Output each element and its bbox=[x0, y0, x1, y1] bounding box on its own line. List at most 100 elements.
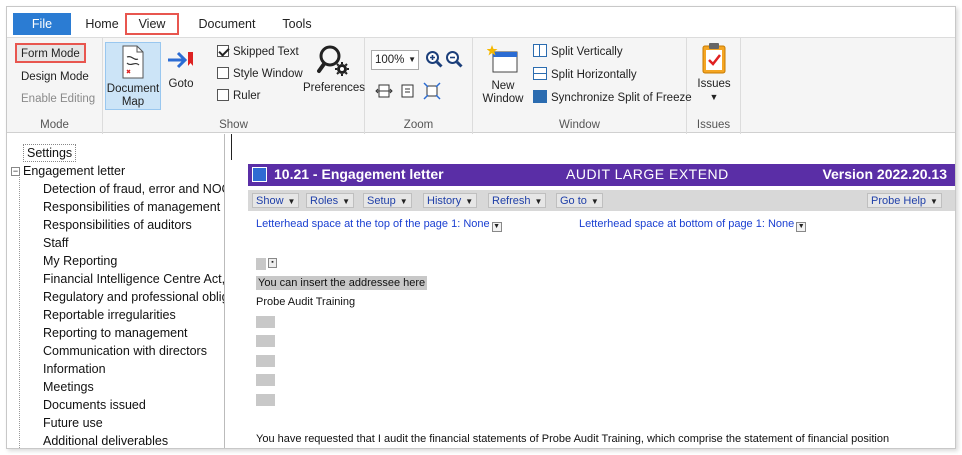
client-name: Probe Audit Training bbox=[256, 296, 356, 308]
tab-file[interactable]: File bbox=[13, 13, 71, 35]
field-placeholder[interactable] bbox=[256, 258, 266, 270]
chevron-down-icon: ▼ bbox=[796, 222, 807, 232]
tree-item[interactable]: Additional deliverables bbox=[43, 432, 168, 448]
chevron-down-icon: ▼ bbox=[399, 197, 408, 206]
letterhead-top-select[interactable]: Letterhead space at the top of the page … bbox=[256, 218, 502, 232]
version-label: Version 2022.20.13 bbox=[822, 166, 947, 182]
whole-page-icon[interactable] bbox=[399, 82, 417, 100]
tree-item[interactable]: Future use bbox=[43, 414, 103, 432]
chevron-down-icon: ▼ bbox=[342, 197, 351, 206]
tree-item[interactable]: My Reporting bbox=[43, 252, 117, 270]
split-horizontally-label: Split Horizontally bbox=[551, 69, 637, 81]
tree-item[interactable]: Regulatory and professional oblig bbox=[43, 288, 224, 306]
tab-tools[interactable]: Tools bbox=[269, 13, 325, 35]
refresh-menu-label: Refresh bbox=[492, 195, 531, 207]
address-line-field[interactable] bbox=[256, 316, 275, 328]
issues-group-label: Issues bbox=[696, 119, 731, 131]
goto-menu-label: Go to bbox=[560, 195, 587, 207]
tree-guide-line bbox=[19, 174, 20, 448]
address-line-field[interactable] bbox=[256, 374, 275, 386]
setup-menu-button[interactable]: Setup ▼ bbox=[363, 193, 412, 208]
synchronize-split-label: Synchronize Split of Freeze bbox=[551, 92, 692, 104]
history-menu-label: History bbox=[427, 195, 462, 207]
goto-button[interactable]: Goto bbox=[165, 48, 197, 91]
new-window-label-1: New bbox=[491, 80, 515, 92]
tab-document[interactable]: Document bbox=[187, 13, 267, 35]
show-group: Document Map Goto Skipped Text Style Win… bbox=[103, 38, 365, 134]
tree-item[interactable]: Information bbox=[43, 360, 106, 378]
page-width-icon[interactable] bbox=[375, 82, 393, 100]
issues-label: Issues bbox=[697, 78, 731, 90]
letterhead-bottom-select[interactable]: Letterhead space at bottom of page 1: No… bbox=[579, 218, 807, 232]
zoom-value: 100% bbox=[375, 54, 405, 66]
skipped-text-checkbox[interactable]: Skipped Text bbox=[217, 44, 299, 62]
form-mode-button[interactable]: Form Mode bbox=[15, 43, 86, 63]
tree-item[interactable]: Reporting to management bbox=[43, 324, 188, 342]
addressee-field[interactable]: You can insert the addressee here bbox=[256, 276, 428, 290]
split-vertical-icon bbox=[533, 44, 547, 57]
address-line-field[interactable] bbox=[256, 394, 275, 406]
tree-item[interactable]: Detection of fraud, error and NOC bbox=[43, 180, 224, 198]
table-toggle-icon[interactable]: ▪ bbox=[268, 258, 277, 268]
collapse-icon[interactable]: − bbox=[11, 167, 20, 176]
ruler-checkbox[interactable]: Ruler bbox=[217, 88, 260, 106]
refresh-menu-button[interactable]: Refresh ▼ bbox=[488, 193, 547, 208]
tab-view[interactable]: View bbox=[125, 13, 179, 35]
design-mode-button[interactable]: Design Mode bbox=[17, 68, 93, 88]
fit-page-icon[interactable] bbox=[423, 82, 441, 100]
address-line-field[interactable] bbox=[256, 355, 275, 367]
tree-item-engagement-letter[interactable]: − Engagement letter bbox=[11, 162, 125, 180]
probe-help-button[interactable]: Probe Help ▼ bbox=[867, 193, 942, 208]
clipboard-check-icon bbox=[702, 43, 726, 74]
history-menu-button[interactable]: History ▼ bbox=[423, 193, 478, 208]
tree-item[interactable]: Financial Intelligence Centre Act, bbox=[43, 270, 224, 288]
ribbon-tabs: File Home View Document Tools bbox=[7, 7, 955, 37]
zoom-select[interactable]: 100% ▼ bbox=[371, 50, 419, 70]
chevron-down-icon: ▼ bbox=[930, 197, 938, 206]
document-menu-bar: Show ▼ Roles ▼ Setup ▼ History ▼ Refresh ▼ Go… bbox=[248, 190, 955, 211]
engagement-paragraph: You have requested that I audit the fina… bbox=[256, 433, 896, 448]
split-horizontally-button[interactable]: Split Horizontally bbox=[533, 67, 637, 85]
goto-label: Goto bbox=[168, 78, 194, 90]
split-vertically-button[interactable]: Split Vertically bbox=[533, 44, 623, 62]
document-icon bbox=[252, 167, 267, 182]
enable-editing-button[interactable]: Enable Editing bbox=[17, 90, 99, 110]
preferences-button[interactable]: Preferences bbox=[303, 44, 365, 95]
show-menu-label: Show bbox=[256, 195, 284, 207]
roles-menu-button[interactable]: Roles ▼ bbox=[306, 193, 355, 208]
goto-arrow-icon bbox=[168, 51, 193, 69]
zoom-out-icon[interactable] bbox=[445, 50, 463, 68]
split-vertically-label: Split Vertically bbox=[551, 46, 623, 58]
document-map-label-1: Document bbox=[106, 83, 160, 95]
skipped-text-label: Skipped Text bbox=[233, 46, 299, 58]
checkbox-unchecked-icon bbox=[217, 67, 229, 79]
issues-button[interactable]: Issues ▼ bbox=[691, 42, 737, 104]
window-group: New Window Split Vertically Split Horizo… bbox=[473, 38, 692, 134]
show-menu-button[interactable]: Show ▼ bbox=[252, 193, 300, 208]
tree-item[interactable]: Meetings bbox=[43, 378, 94, 396]
app-window: File Home View Document Tools Form Mode … bbox=[6, 6, 956, 449]
mode-group-label: Mode bbox=[40, 119, 69, 131]
tree-item[interactable]: Documents issued bbox=[43, 396, 146, 414]
new-window-button[interactable]: New Window bbox=[479, 44, 527, 106]
tree-item[interactable]: Communication with directors bbox=[43, 342, 207, 360]
tree-item[interactable]: Staff bbox=[43, 234, 68, 252]
tree-item-settings[interactable]: Settings bbox=[23, 144, 77, 162]
tree-item[interactable]: Responsibilities of management bbox=[43, 198, 220, 216]
tab-home[interactable]: Home bbox=[73, 13, 131, 35]
document-map-label-2: Map bbox=[121, 96, 145, 108]
chevron-down-icon: ▼ bbox=[408, 55, 416, 64]
preferences-magnifier-gear-icon bbox=[317, 45, 349, 76]
style-window-label: Style Window bbox=[233, 68, 303, 80]
style-window-checkbox[interactable]: Style Window bbox=[217, 66, 303, 84]
tree-item[interactable]: Responsibilities of auditors bbox=[43, 216, 192, 234]
ruler-label: Ruler bbox=[233, 90, 261, 102]
document-map-button[interactable]: Document Map bbox=[105, 42, 161, 110]
tree-item[interactable]: Reportable irregularities bbox=[43, 306, 176, 324]
zoom-in-icon[interactable] bbox=[425, 50, 443, 68]
address-line-field[interactable] bbox=[256, 335, 275, 347]
issues-group: Issues ▼ Issues bbox=[687, 38, 741, 134]
goto-menu-button[interactable]: Go to ▼ bbox=[556, 193, 603, 208]
synchronize-split-button[interactable]: Synchronize Split of Freeze bbox=[533, 90, 692, 108]
probe-help-label: Probe Help bbox=[871, 195, 927, 207]
